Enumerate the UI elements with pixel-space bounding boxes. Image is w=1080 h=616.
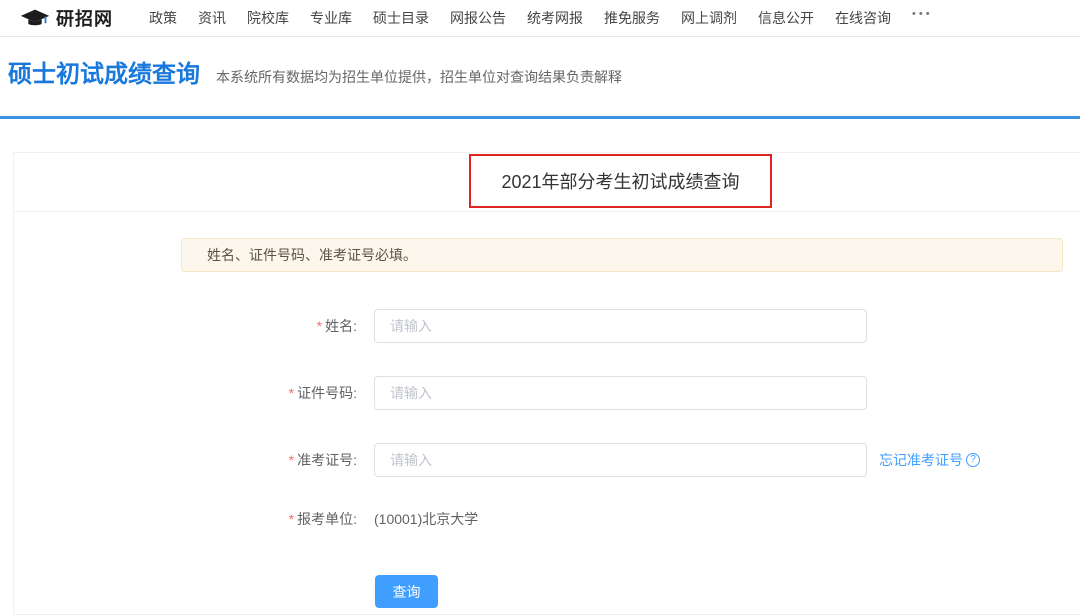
form-row-name: *姓名: — [14, 309, 1080, 343]
nav-item-unified-exam-registration[interactable]: 统考网报 — [527, 8, 583, 28]
required-mark: * — [289, 511, 294, 527]
nav-item-policy[interactable]: 政策 — [149, 8, 177, 28]
nav-item-info-disclosure[interactable]: 信息公开 — [758, 8, 814, 28]
nav-item-online-consult[interactable]: 在线咨询 — [835, 8, 891, 28]
forgot-ticket-link[interactable]: 忘记准考证号? — [879, 443, 980, 477]
institution-label: *报考单位: — [14, 502, 357, 536]
institution-value: (10001)北京大学 — [374, 502, 478, 536]
required-mark: * — [289, 385, 294, 401]
name-label: *姓名: — [14, 309, 357, 343]
nav-item-online-adjustment[interactable]: 网上调剂 — [681, 8, 737, 28]
page-subtitle: 本系统所有数据均为招生单位提供，招生单位对查询结果负责解释 — [216, 67, 622, 87]
graduation-cap-icon — [20, 7, 50, 29]
nav-more-icon[interactable]: ••• — [912, 8, 933, 28]
form-row-submit: 查询 — [14, 575, 1080, 609]
top-nav: 研招网 政策 资讯 院校库 专业库 硕士目录 网报公告 统考网报 推免服务 网上… — [0, 0, 1080, 37]
id-number-input[interactable] — [374, 376, 867, 410]
page-title: 硕士初试成绩查询 — [8, 55, 200, 95]
required-mark: * — [317, 318, 322, 334]
ticket-number-input[interactable] — [374, 443, 867, 477]
form-row-id-number: *证件号码: — [14, 376, 1080, 410]
query-button[interactable]: 查询 — [375, 575, 438, 608]
site-logo-text: 研招网 — [56, 5, 113, 31]
alert-text: 姓名、证件号码、准考证号必填。 — [207, 245, 417, 265]
nav-item-master-catalog[interactable]: 硕士目录 — [373, 8, 429, 28]
form-row-ticket-number: *准考证号: 忘记准考证号? — [14, 443, 1080, 477]
nav-menu: 政策 资讯 院校库 专业库 硕士目录 网报公告 统考网报 推免服务 网上调剂 信… — [128, 8, 933, 28]
header-divider — [0, 116, 1080, 119]
ticket-number-label: *准考证号: — [14, 443, 357, 477]
nav-item-college-db[interactable]: 院校库 — [247, 8, 289, 28]
nav-item-online-announcement[interactable]: 网报公告 — [450, 8, 506, 28]
panel-title-row: 2021年部分考生初试成绩查询 — [14, 153, 1080, 212]
panel-title-annotation-box: 2021年部分考生初试成绩查询 — [469, 154, 772, 208]
nav-item-exemption-service[interactable]: 推免服务 — [604, 8, 660, 28]
form-row-institution: *报考单位: (10001)北京大学 — [14, 502, 1080, 536]
query-panel: 2021年部分考生初试成绩查询 姓名、证件号码、准考证号必填。 *姓名: *证件… — [13, 152, 1080, 615]
site-logo[interactable]: 研招网 — [20, 5, 113, 31]
id-number-label: *证件号码: — [14, 376, 357, 410]
page-header: 硕士初试成绩查询 本系统所有数据均为招生单位提供，招生单位对查询结果负责解释 — [8, 55, 622, 95]
name-input[interactable] — [374, 309, 867, 343]
required-fields-alert: 姓名、证件号码、准考证号必填。 — [181, 238, 1063, 272]
nav-item-major-db[interactable]: 专业库 — [310, 8, 352, 28]
help-icon: ? — [966, 453, 980, 467]
panel-title: 2021年部分考生初试成绩查询 — [501, 168, 739, 194]
required-mark: * — [289, 452, 294, 468]
nav-item-news[interactable]: 资讯 — [198, 8, 226, 28]
